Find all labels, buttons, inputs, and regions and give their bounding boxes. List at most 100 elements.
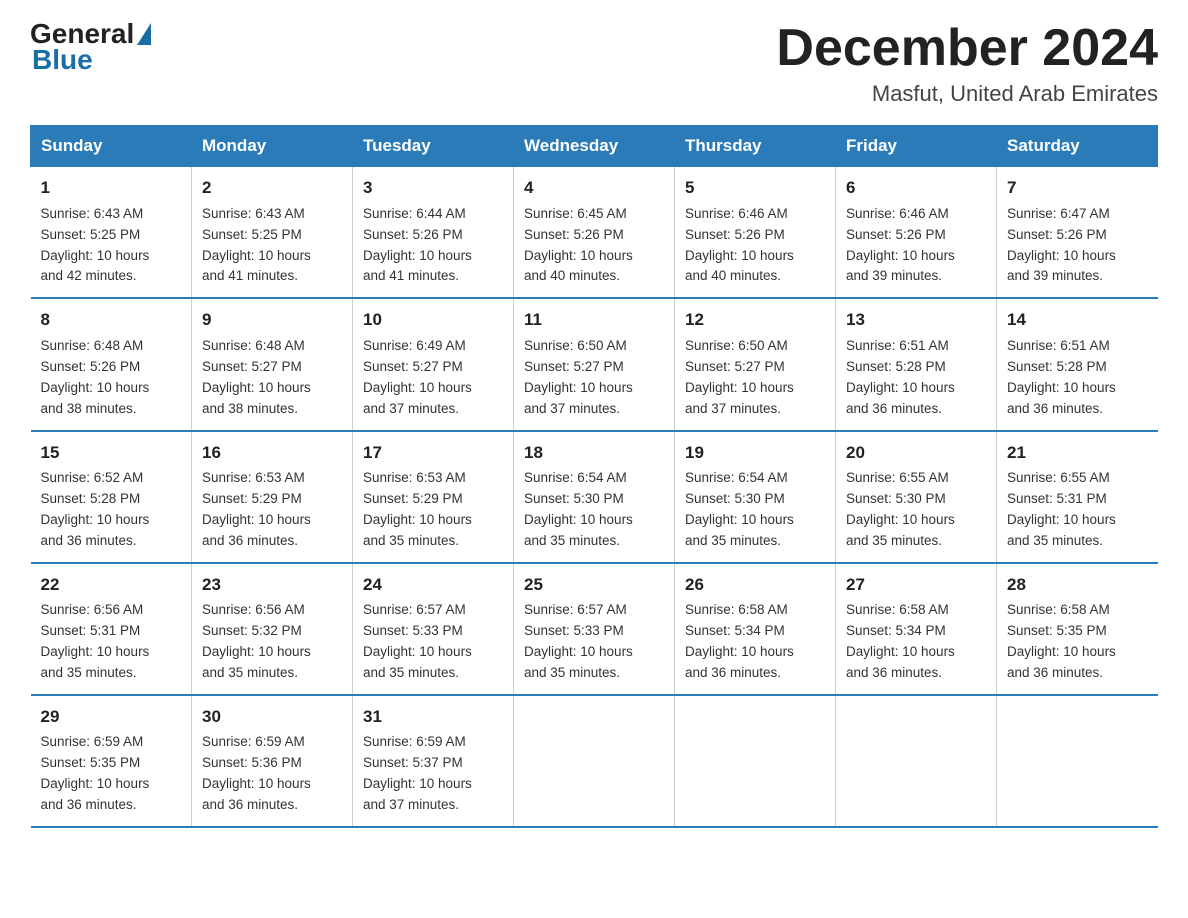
day-info: Sunrise: 6:48 AM Sunset: 5:26 PM Dayligh…: [41, 336, 182, 420]
day-info: Sunrise: 6:51 AM Sunset: 5:28 PM Dayligh…: [1007, 336, 1148, 420]
day-info: Sunrise: 6:53 AM Sunset: 5:29 PM Dayligh…: [363, 468, 503, 552]
logo-blue-text: Blue: [30, 44, 93, 76]
cell-week5-day2: 31Sunrise: 6:59 AM Sunset: 5:37 PM Dayli…: [353, 695, 514, 827]
cell-week1-day6: 7 Sunrise: 6:47 AM Sunset: 5:26 PM Daylig…: [997, 167, 1158, 299]
day-info: Sunrise: 6:49 AM Sunset: 5:27 PM Dayligh…: [363, 336, 503, 420]
logo-triangle-icon: [137, 23, 151, 45]
day-info: Sunrise: 6:46 AM Sunset: 5:26 PM Dayligh…: [846, 204, 986, 288]
cell-week4-day2: 24Sunrise: 6:57 AM Sunset: 5:33 PM Dayli…: [353, 563, 514, 695]
day-info: Sunrise: 6:52 AM Sunset: 5:28 PM Dayligh…: [41, 468, 182, 552]
day-info: Sunrise: 6:44 AM Sunset: 5:26 PM Dayligh…: [363, 204, 503, 288]
col-monday: Monday: [192, 126, 353, 167]
day-info: Sunrise: 6:54 AM Sunset: 5:30 PM Dayligh…: [685, 468, 825, 552]
day-number: 3: [363, 175, 503, 201]
cell-week1-day3: 4 Sunrise: 6:45 AM Sunset: 5:26 PM Daylig…: [514, 167, 675, 299]
day-info: Sunrise: 6:50 AM Sunset: 5:27 PM Dayligh…: [524, 336, 664, 420]
col-saturday: Saturday: [997, 126, 1158, 167]
day-number: 4: [524, 175, 664, 201]
day-number: 29: [41, 704, 182, 730]
day-number: 27: [846, 572, 986, 598]
day-number: 5: [685, 175, 825, 201]
day-info: Sunrise: 6:43 AM Sunset: 5:25 PM Dayligh…: [41, 204, 182, 288]
cell-week2-day5: 13 Sunrise: 6:51 AM Sunset: 5:28 PM Dayli…: [836, 298, 997, 430]
cell-week3-day6: 21Sunrise: 6:55 AM Sunset: 5:31 PM Dayli…: [997, 431, 1158, 563]
cell-week2-day2: 10 Sunrise: 6:49 AM Sunset: 5:27 PM Dayli…: [353, 298, 514, 430]
day-number: 23: [202, 572, 342, 598]
cell-week3-day5: 20Sunrise: 6:55 AM Sunset: 5:30 PM Dayli…: [836, 431, 997, 563]
cell-week5-day6: [997, 695, 1158, 827]
day-number: 9: [202, 307, 342, 333]
day-number: 14: [1007, 307, 1148, 333]
cell-week4-day3: 25Sunrise: 6:57 AM Sunset: 5:33 PM Dayli…: [514, 563, 675, 695]
cell-week2-day6: 14 Sunrise: 6:51 AM Sunset: 5:28 PM Dayli…: [997, 298, 1158, 430]
cell-week1-day1: 2Sunrise: 6:43 AM Sunset: 5:25 PM Daylig…: [192, 167, 353, 299]
day-number: 24: [363, 572, 503, 598]
cell-week3-day2: 17Sunrise: 6:53 AM Sunset: 5:29 PM Dayli…: [353, 431, 514, 563]
day-info: Sunrise: 6:46 AM Sunset: 5:26 PM Dayligh…: [685, 204, 825, 288]
day-info: Sunrise: 6:58 AM Sunset: 5:34 PM Dayligh…: [685, 600, 825, 684]
day-number: 19: [685, 440, 825, 466]
cell-week1-day4: 5 Sunrise: 6:46 AM Sunset: 5:26 PM Daylig…: [675, 167, 836, 299]
cell-week4-day5: 27Sunrise: 6:58 AM Sunset: 5:34 PM Dayli…: [836, 563, 997, 695]
cell-week2-day3: 11 Sunrise: 6:50 AM Sunset: 5:27 PM Dayli…: [514, 298, 675, 430]
cell-week3-day3: 18Sunrise: 6:54 AM Sunset: 5:30 PM Dayli…: [514, 431, 675, 563]
day-info: Sunrise: 6:58 AM Sunset: 5:34 PM Dayligh…: [846, 600, 986, 684]
cell-week5-day1: 30Sunrise: 6:59 AM Sunset: 5:36 PM Dayli…: [192, 695, 353, 827]
day-number: 7: [1007, 175, 1148, 201]
day-number: 25: [524, 572, 664, 598]
title-block: December 2024 Masfut, United Arab Emirat…: [776, 20, 1158, 107]
cell-week2-day1: 9 Sunrise: 6:48 AM Sunset: 5:27 PM Daylig…: [192, 298, 353, 430]
col-wednesday: Wednesday: [514, 126, 675, 167]
day-info: Sunrise: 6:57 AM Sunset: 5:33 PM Dayligh…: [524, 600, 664, 684]
day-info: Sunrise: 6:48 AM Sunset: 5:27 PM Dayligh…: [202, 336, 342, 420]
day-info: Sunrise: 6:45 AM Sunset: 5:26 PM Dayligh…: [524, 204, 664, 288]
cell-week3-day0: 15Sunrise: 6:52 AM Sunset: 5:28 PM Dayli…: [31, 431, 192, 563]
day-number: 10: [363, 307, 503, 333]
week-row-3: 15Sunrise: 6:52 AM Sunset: 5:28 PM Dayli…: [31, 431, 1158, 563]
cell-week1-day0: 1 Sunrise: 6:43 AM Sunset: 5:25 PM Daylig…: [31, 167, 192, 299]
day-info: Sunrise: 6:55 AM Sunset: 5:31 PM Dayligh…: [1007, 468, 1148, 552]
cell-week3-day1: 16Sunrise: 6:53 AM Sunset: 5:29 PM Dayli…: [192, 431, 353, 563]
week-row-2: 8Sunrise: 6:48 AM Sunset: 5:26 PM Daylig…: [31, 298, 1158, 430]
cell-week5-day0: 29Sunrise: 6:59 AM Sunset: 5:35 PM Dayli…: [31, 695, 192, 827]
day-number: 31: [363, 704, 503, 730]
logo: General Blue: [30, 20, 151, 76]
day-number: 22: [41, 572, 182, 598]
days-of-week-row: Sunday Monday Tuesday Wednesday Thursday…: [31, 126, 1158, 167]
day-number: 15: [41, 440, 182, 466]
cell-week1-day5: 6 Sunrise: 6:46 AM Sunset: 5:26 PM Daylig…: [836, 167, 997, 299]
day-number: 16: [202, 440, 342, 466]
day-info: Sunrise: 6:47 AM Sunset: 5:26 PM Dayligh…: [1007, 204, 1148, 288]
col-friday: Friday: [836, 126, 997, 167]
day-info: Sunrise: 6:59 AM Sunset: 5:35 PM Dayligh…: [41, 732, 182, 816]
cell-week3-day4: 19Sunrise: 6:54 AM Sunset: 5:30 PM Dayli…: [675, 431, 836, 563]
week-row-4: 22Sunrise: 6:56 AM Sunset: 5:31 PM Dayli…: [31, 563, 1158, 695]
day-info: Sunrise: 6:58 AM Sunset: 5:35 PM Dayligh…: [1007, 600, 1148, 684]
day-number: 12: [685, 307, 825, 333]
col-tuesday: Tuesday: [353, 126, 514, 167]
day-number: 1: [41, 175, 182, 201]
day-number: 13: [846, 307, 986, 333]
week-row-1: 1 Sunrise: 6:43 AM Sunset: 5:25 PM Daylig…: [31, 167, 1158, 299]
day-info: Sunrise: 6:51 AM Sunset: 5:28 PM Dayligh…: [846, 336, 986, 420]
day-info: Sunrise: 6:50 AM Sunset: 5:27 PM Dayligh…: [685, 336, 825, 420]
cell-week4-day0: 22Sunrise: 6:56 AM Sunset: 5:31 PM Dayli…: [31, 563, 192, 695]
cell-week5-day4: [675, 695, 836, 827]
day-number: 30: [202, 704, 342, 730]
day-info: Sunrise: 6:59 AM Sunset: 5:37 PM Dayligh…: [363, 732, 503, 816]
cell-week5-day5: [836, 695, 997, 827]
day-number: 17: [363, 440, 503, 466]
day-number: 6: [846, 175, 986, 201]
day-info: Sunrise: 6:56 AM Sunset: 5:31 PM Dayligh…: [41, 600, 182, 684]
page-header: General Blue December 2024 Masfut, Unite…: [30, 20, 1158, 107]
day-info: Sunrise: 6:59 AM Sunset: 5:36 PM Dayligh…: [202, 732, 342, 816]
day-info: Sunrise: 6:57 AM Sunset: 5:33 PM Dayligh…: [363, 600, 503, 684]
calendar-table: Sunday Monday Tuesday Wednesday Thursday…: [30, 125, 1158, 828]
calendar-header: Sunday Monday Tuesday Wednesday Thursday…: [31, 126, 1158, 167]
day-number: 21: [1007, 440, 1148, 466]
day-number: 11: [524, 307, 664, 333]
cell-week2-day0: 8Sunrise: 6:48 AM Sunset: 5:26 PM Daylig…: [31, 298, 192, 430]
col-thursday: Thursday: [675, 126, 836, 167]
week-row-5: 29Sunrise: 6:59 AM Sunset: 5:35 PM Dayli…: [31, 695, 1158, 827]
day-number: 28: [1007, 572, 1148, 598]
